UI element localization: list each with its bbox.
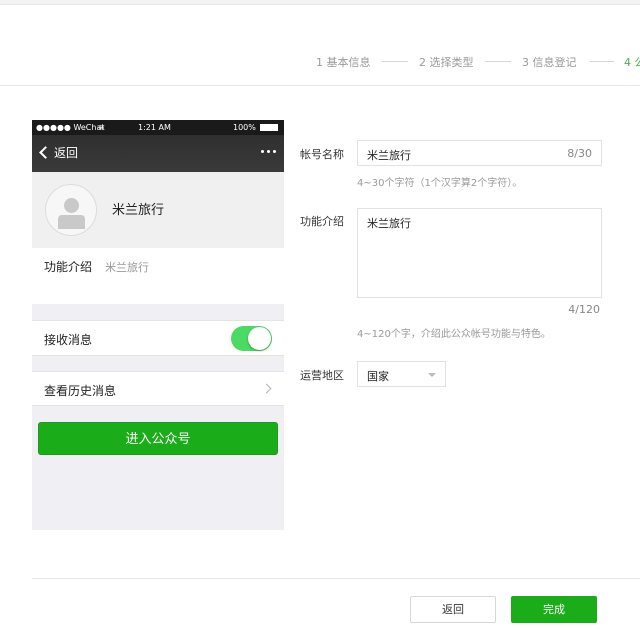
wifi-icon: ≋	[98, 123, 105, 132]
intro-hint: 4~120个字，介绍此公众帐号功能与特色。	[357, 329, 551, 340]
intro-field-value: 米兰旅行	[367, 217, 411, 230]
caret-down-icon	[428, 373, 436, 377]
toggle-knob	[248, 327, 271, 350]
history-messages-row[interactable]: 查看历史消息	[32, 371, 284, 406]
phone-preview: ●●●●● WeChat ≋ 1:21 AM 100% 返回 米兰旅行 功能介绍…	[32, 120, 284, 530]
step-4: 4 公	[624, 56, 640, 69]
account-name: 米兰旅行	[112, 203, 165, 218]
step-progress: 1 基本信息 2 选择类型 3 信息登记 4 公	[0, 40, 640, 86]
enter-account-button[interactable]: 进入公众号	[38, 422, 278, 455]
carrier-label: ●●●●● WeChat	[36, 123, 105, 132]
account-name-label: 帐号名称	[300, 148, 344, 161]
done-button[interactable]: 完成	[511, 596, 597, 623]
step-2: 2 选择类型	[419, 56, 474, 69]
account-name-input[interactable]: 米兰旅行 8/30	[357, 140, 602, 166]
intro-label: 功能介绍	[44, 260, 93, 274]
avatar-placeholder-icon	[64, 198, 79, 213]
receive-messages-row: 接收消息	[32, 320, 284, 356]
status-time: 1:21 AM	[138, 123, 171, 132]
history-messages-label: 查看历史消息	[44, 384, 117, 398]
intro-row: 功能介绍 米兰旅行	[32, 248, 284, 304]
top-strip	[0, 0, 640, 5]
intro-value: 米兰旅行	[105, 261, 149, 274]
nav-bar: 返回	[32, 135, 284, 172]
receive-messages-toggle[interactable]	[231, 326, 272, 351]
step-divider	[382, 61, 408, 62]
back-button[interactable]: 返回	[38, 144, 78, 161]
step-3: 3 信息登记	[522, 56, 577, 69]
region-select[interactable]: 国家	[357, 361, 446, 387]
region-value: 国家	[367, 370, 389, 383]
step-divider	[485, 61, 511, 62]
avatar	[45, 184, 97, 236]
battery-label: 100%	[233, 123, 256, 132]
chevron-right-icon	[261, 383, 272, 394]
status-bar: ●●●●● WeChat ≋ 1:21 AM 100%	[32, 120, 284, 135]
account-name-counter: 8/30	[567, 147, 592, 160]
account-name-hint: 4~30个字符（1个汉字算2个字符）。	[357, 178, 523, 189]
intro-field-label: 功能介绍	[300, 215, 344, 228]
intro-counter: 4/120	[568, 303, 600, 316]
intro-textarea[interactable]: 米兰旅行	[357, 208, 602, 298]
account-name-value: 米兰旅行	[367, 149, 411, 162]
footer-divider	[32, 578, 640, 579]
back-step-button[interactable]: 返回	[410, 596, 496, 623]
step-1: 1 基本信息	[316, 56, 371, 69]
receive-messages-label: 接收消息	[44, 333, 93, 347]
profile-header: 米兰旅行	[32, 172, 284, 248]
more-icon[interactable]	[261, 150, 276, 153]
step-divider	[590, 61, 614, 62]
back-label: 返回	[54, 146, 79, 160]
chevron-left-icon	[39, 146, 52, 159]
region-label: 运营地区	[300, 369, 344, 382]
battery-icon	[260, 124, 278, 131]
